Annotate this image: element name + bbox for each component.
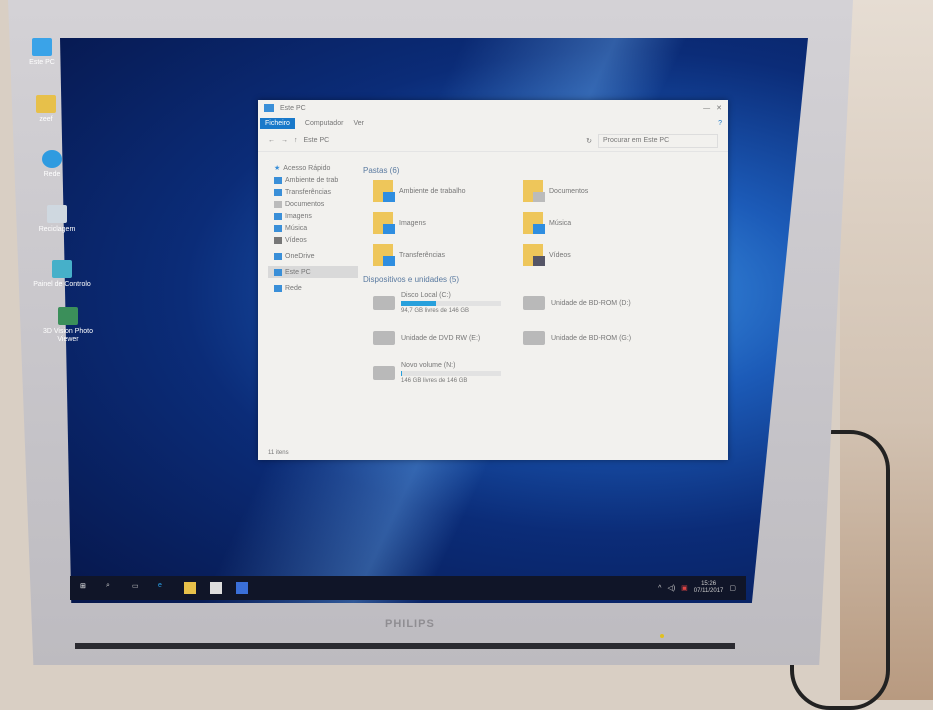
up-button[interactable]: ↑ bbox=[294, 137, 298, 144]
star-icon: ★ bbox=[274, 165, 281, 172]
drive-icon bbox=[373, 296, 395, 310]
photo-viewer-icon bbox=[58, 307, 78, 325]
folder-item[interactable]: Imagens bbox=[373, 211, 523, 235]
computer-icon bbox=[274, 268, 282, 276]
folder-icon bbox=[523, 244, 545, 266]
window-title: Este PC bbox=[280, 104, 306, 112]
nav-item[interactable]: OneDrive bbox=[268, 250, 358, 262]
monitor-buttons-strip[interactable] bbox=[75, 643, 735, 649]
task-view-icon[interactable]: ▭ bbox=[132, 582, 144, 594]
power-led bbox=[660, 634, 664, 638]
navigation-pane: ★ Acesso Rápido Ambiente de trab Transfer… bbox=[268, 162, 358, 294]
computer-icon bbox=[32, 38, 52, 56]
title-bar: Este PC — ✕ bbox=[258, 100, 728, 116]
drive-usage-bar bbox=[401, 301, 501, 306]
nav-item[interactable]: Música bbox=[268, 222, 358, 234]
bd-drive-icon bbox=[523, 296, 545, 310]
devices-header[interactable]: Dispositivos e unidades (5) bbox=[363, 275, 718, 284]
documents-icon bbox=[274, 200, 282, 208]
help-icon[interactable]: ? bbox=[718, 120, 722, 127]
nav-item-selected[interactable]: Este PC bbox=[268, 266, 358, 278]
folder-icon bbox=[373, 212, 395, 234]
chevron-up-icon[interactable]: ^ bbox=[658, 585, 661, 592]
control-panel-icon bbox=[52, 260, 72, 278]
minimize-button[interactable]: — bbox=[703, 105, 710, 112]
clock[interactable]: 15:26 07/11/2017 bbox=[694, 581, 724, 595]
computer-icon bbox=[264, 104, 274, 112]
taskbar: ⊞ ⌕ ▭ e ^ ◁) ▣ 15:26 07/11/2017 ▢ bbox=[70, 576, 746, 600]
network-icon bbox=[274, 284, 282, 292]
desktop-icon-painel-de-controlo[interactable]: Painel de Controlo bbox=[32, 260, 92, 289]
folder-icon bbox=[373, 244, 395, 266]
videos-icon bbox=[274, 236, 282, 244]
nav-item[interactable]: Transferências bbox=[268, 186, 358, 198]
folders-header[interactable]: Pastas (6) bbox=[363, 166, 718, 175]
recycle-bin-icon bbox=[47, 205, 67, 223]
desktop-icon-3d-vision[interactable]: 3D Vision Photo Viewer bbox=[38, 307, 98, 344]
folder-item[interactable]: Ambiente de trabalho bbox=[373, 179, 523, 203]
drive-item[interactable]: Unidade de BD-ROM (G:) bbox=[523, 326, 673, 350]
nav-item[interactable]: Vídeos bbox=[268, 234, 358, 246]
bd-drive-icon bbox=[523, 331, 545, 345]
drive-item[interactable]: Disco Local (C:) 94,7 GB livres de 146 GB bbox=[373, 288, 523, 318]
back-button[interactable]: ← bbox=[268, 137, 275, 144]
tab-ver[interactable]: Ver bbox=[353, 120, 364, 127]
file-explorer-icon[interactable] bbox=[184, 582, 196, 594]
tab-ficheiro[interactable]: Ficheiro bbox=[260, 117, 295, 129]
desktop-icon-zeef[interactable]: zeef bbox=[16, 95, 76, 124]
folder-icon bbox=[523, 212, 545, 234]
status-bar: 11 itens bbox=[268, 450, 289, 456]
folder-item[interactable]: Transferências bbox=[373, 243, 523, 267]
refresh-icon[interactable]: ↻ bbox=[586, 137, 592, 145]
desktop-icon-reciclagem[interactable]: Reciclagem bbox=[27, 205, 87, 234]
download-icon bbox=[274, 188, 282, 196]
folder-icon bbox=[523, 180, 545, 202]
network-status-icon[interactable]: ▣ bbox=[681, 584, 688, 592]
search-icon[interactable]: ⌕ bbox=[106, 582, 118, 594]
volume-icon[interactable]: ◁) bbox=[667, 584, 675, 592]
pictures-icon bbox=[274, 212, 282, 220]
forward-button[interactable]: → bbox=[281, 137, 288, 144]
network-icon bbox=[42, 150, 62, 168]
notifications-icon[interactable]: ▢ bbox=[729, 584, 736, 592]
system-tray: ^ ◁) ▣ 15:26 07/11/2017 ▢ bbox=[658, 581, 736, 595]
folder-item[interactable]: Vídeos bbox=[523, 243, 673, 267]
app-icon[interactable] bbox=[236, 582, 248, 594]
nav-item[interactable]: ★ Acesso Rápido bbox=[268, 162, 358, 174]
start-button[interactable]: ⊞ bbox=[80, 582, 92, 594]
edge-icon[interactable]: e bbox=[158, 582, 170, 594]
folder-icon bbox=[373, 180, 395, 202]
tab-computador[interactable]: Computador bbox=[305, 120, 344, 127]
drive-item[interactable]: Unidade de BD-ROM (D:) bbox=[523, 288, 673, 318]
store-icon[interactable] bbox=[210, 582, 222, 594]
file-explorer-window: Este PC — ✕ Ficheiro Computador Ver ? ← … bbox=[258, 100, 728, 460]
nav-item[interactable]: Rede bbox=[268, 282, 358, 294]
nav-item[interactable]: Ambiente de trab bbox=[268, 174, 358, 186]
desktop-icon bbox=[274, 176, 282, 184]
folder-icon bbox=[36, 95, 56, 113]
ribbon-tabs: Ficheiro Computador Ver ? bbox=[258, 116, 728, 130]
desktop-icon-este-pc[interactable]: Este PC bbox=[12, 38, 72, 67]
drive-item[interactable]: Novo volume (N:) 146 GB livres de 146 GB bbox=[373, 358, 523, 388]
address-bar[interactable]: Este PC bbox=[304, 137, 581, 144]
onedrive-icon bbox=[274, 252, 282, 260]
monitor-brand-logo: PHILIPS bbox=[385, 618, 435, 630]
music-icon bbox=[274, 224, 282, 232]
drive-icon bbox=[373, 366, 395, 380]
nav-item[interactable]: Imagens bbox=[268, 210, 358, 222]
close-button[interactable]: ✕ bbox=[716, 104, 722, 112]
desktop-icon-rede[interactable]: Rede bbox=[22, 150, 82, 179]
dvd-drive-icon bbox=[373, 331, 395, 345]
address-bar-row: ← → ↑ Este PC ↻ Procurar em Este PC bbox=[258, 130, 728, 152]
nav-item[interactable]: Documentos bbox=[268, 198, 358, 210]
drive-item[interactable]: Unidade de DVD RW (E:) bbox=[373, 326, 523, 350]
folder-item[interactable]: Música bbox=[523, 211, 673, 235]
search-input[interactable]: Procurar em Este PC bbox=[598, 133, 718, 148]
drive-usage-bar bbox=[401, 371, 501, 376]
content-pane: Pastas (6) Ambiente de trabalho Document… bbox=[363, 162, 718, 388]
folder-item[interactable]: Documentos bbox=[523, 179, 673, 203]
